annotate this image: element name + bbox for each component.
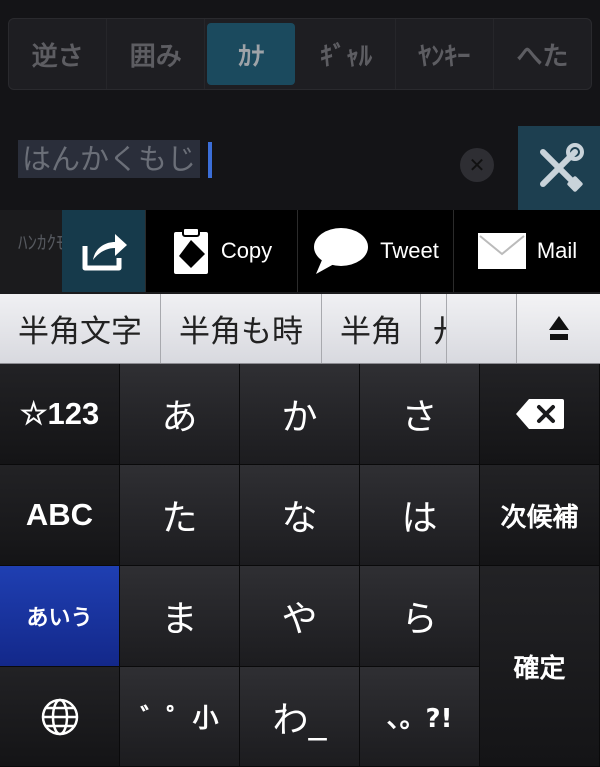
flick-keyboard: ☆123 あ か さ ABC た な は 次候補 あいう ま や ら 確定 ゛゜… xyxy=(0,364,600,767)
mail-label: Mail xyxy=(536,238,578,263)
next-candidate-key[interactable]: 次候補 xyxy=(480,465,600,566)
kana-mode-key[interactable]: あいう xyxy=(0,566,120,667)
tab-kakomi[interactable]: 囲み xyxy=(107,19,206,89)
globe-key[interactable] xyxy=(0,667,120,767)
candidate-bar: 半角文字 半角も時 半角 廾 xyxy=(0,294,600,364)
confirm-key[interactable]: 確定 xyxy=(480,566,600,767)
key-ha[interactable]: は xyxy=(360,465,480,566)
text-caret xyxy=(208,142,212,178)
key-ma[interactable]: ま xyxy=(120,566,240,667)
copy-label: Copy xyxy=(220,238,273,263)
wrench-screwdriver-icon xyxy=(540,143,584,192)
key-sa[interactable]: さ xyxy=(360,364,480,465)
backspace-key[interactable] xyxy=(480,364,600,465)
share-arrow-icon xyxy=(82,234,127,271)
style-tabs: 逆さ 囲み ｶﾅ ｷﾞｬﾙ ﾔﾝｷｰ へた xyxy=(8,18,592,90)
input-area: はんかくもじ ✕ xyxy=(0,110,600,210)
arrow-up-icon xyxy=(548,316,569,340)
candidate-item[interactable]: 半角文字 xyxy=(0,294,161,363)
key-na[interactable]: な xyxy=(240,465,360,566)
tab-gyaru[interactable]: ｷﾞｬﾙ xyxy=(297,19,396,89)
tweet-button[interactable]: Tweet xyxy=(298,210,454,292)
tab-heta[interactable]: へた xyxy=(494,19,591,89)
tab-sakasa[interactable]: 逆さ xyxy=(9,19,108,89)
backspace-icon xyxy=(515,399,564,429)
candidate-item[interactable]: 廾 xyxy=(421,294,447,363)
top-bar: 逆さ 囲み ｶﾅ ｷﾞｬﾙ ﾔﾝｷｰ へた xyxy=(0,0,600,110)
key-ya[interactable]: や xyxy=(240,566,360,667)
punctuation-key[interactable]: 、。?! xyxy=(360,667,480,767)
share-action-bar: Copy Tweet Mail xyxy=(62,210,600,292)
envelope-icon xyxy=(477,233,526,269)
key-ta[interactable]: た xyxy=(120,465,240,566)
clear-x-icon[interactable]: ✕ xyxy=(460,148,494,182)
numbers-mode-key[interactable]: ☆123 xyxy=(0,364,120,465)
copy-button[interactable]: Copy xyxy=(146,210,298,292)
speech-bubble-icon xyxy=(314,228,369,274)
tweet-label: Tweet xyxy=(380,238,439,263)
key-a[interactable]: あ xyxy=(120,364,240,465)
tab-kana[interactable]: ｶﾅ xyxy=(207,23,296,85)
key-ka[interactable]: か xyxy=(240,364,360,465)
abc-mode-key[interactable]: ABC xyxy=(0,465,120,566)
expand-candidates-button[interactable] xyxy=(516,294,600,363)
clipboard-icon xyxy=(173,227,208,274)
share-button[interactable] xyxy=(62,210,146,292)
tools-button[interactable] xyxy=(518,126,600,210)
tab-yankii[interactable]: ﾔﾝｷｰ xyxy=(396,19,494,89)
text-input[interactable]: はんかくもじ xyxy=(18,140,201,178)
candidate-item[interactable]: 半角 xyxy=(322,294,421,363)
key-ra[interactable]: ら xyxy=(360,566,480,667)
mail-button[interactable]: Mail xyxy=(454,210,600,292)
dakuten-small-key[interactable]: ゛゜小 xyxy=(120,667,240,767)
key-wa[interactable]: わ_ xyxy=(240,667,360,767)
candidate-item[interactable]: 半角も時 xyxy=(161,294,322,363)
globe-icon xyxy=(41,698,78,735)
